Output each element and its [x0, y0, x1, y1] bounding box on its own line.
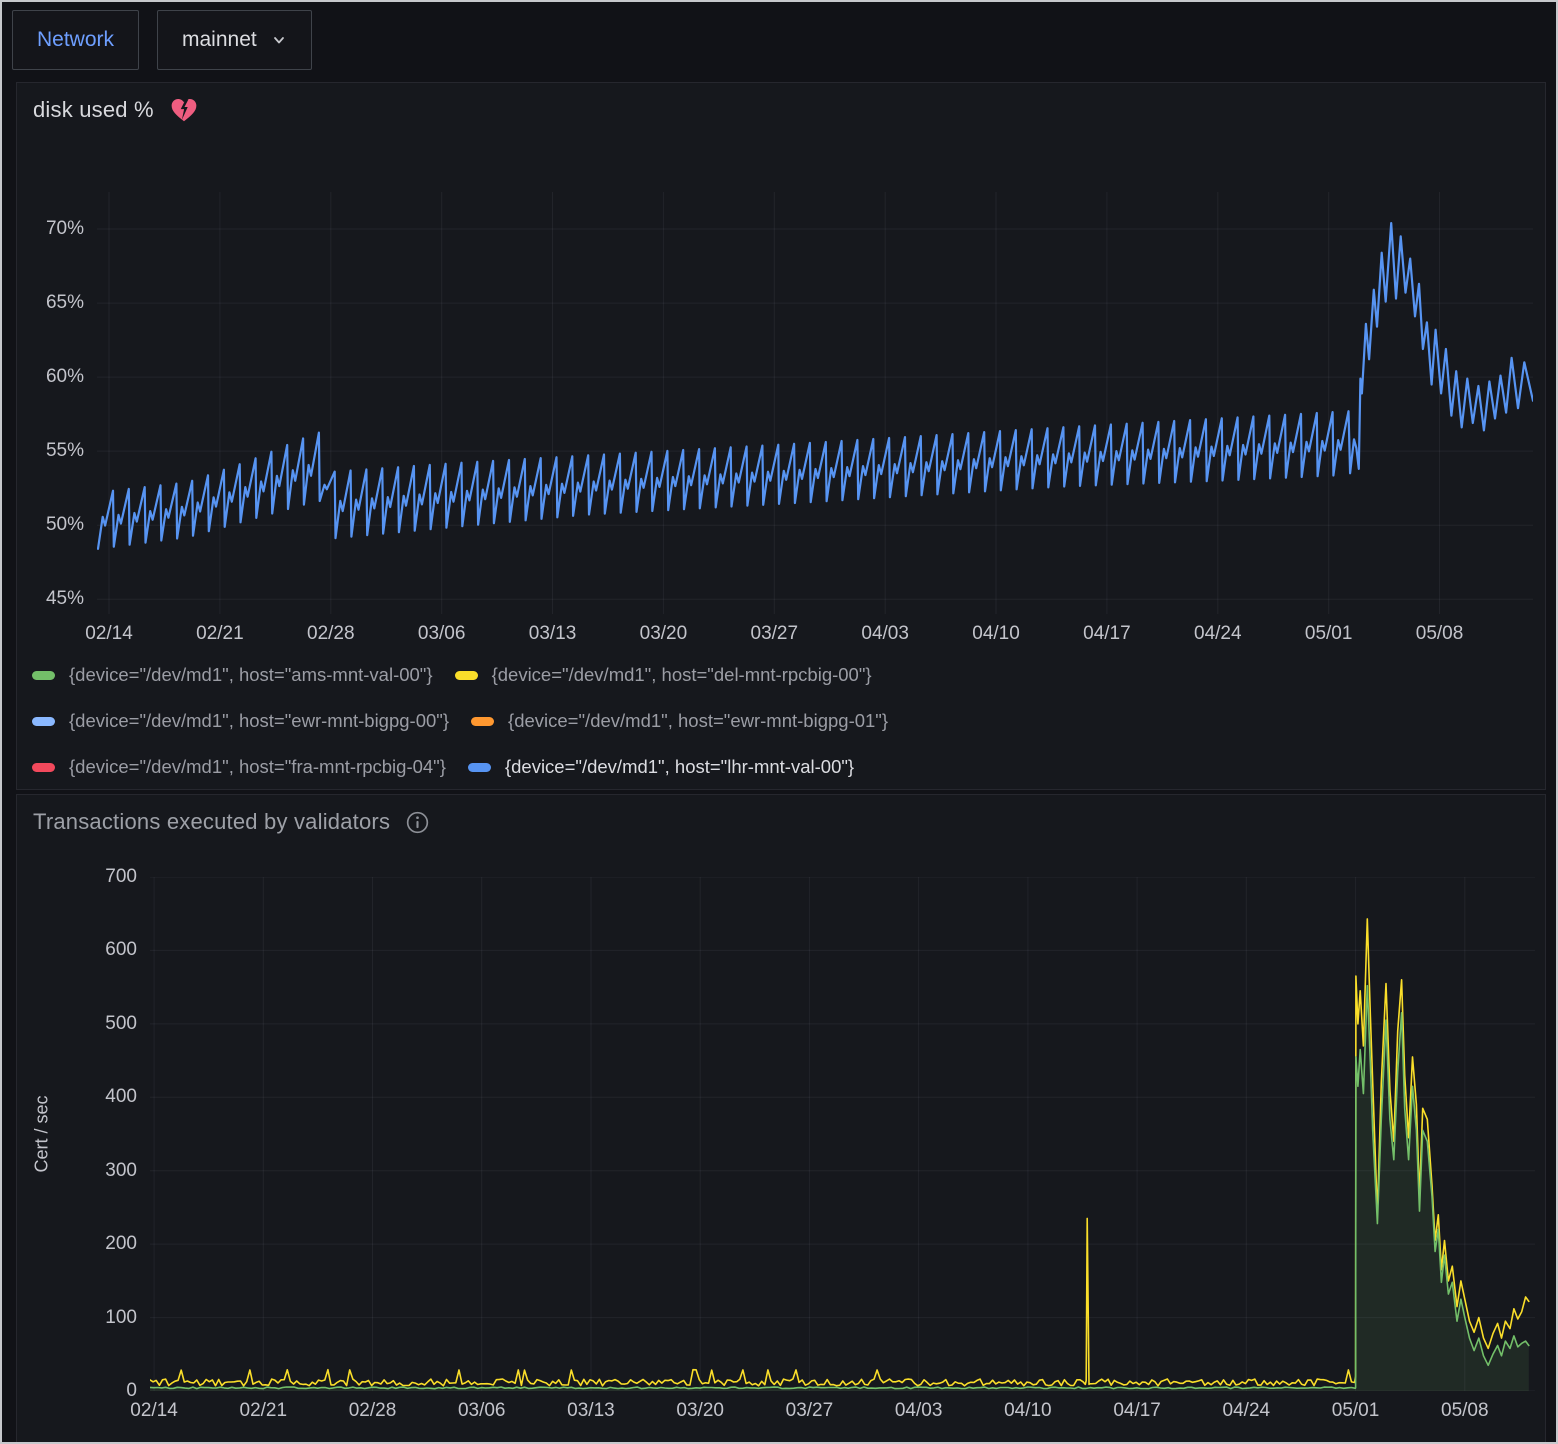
chevron-down-icon — [271, 32, 287, 48]
y-tick-label: 70% — [14, 217, 84, 241]
panel-tx-title[interactable]: Transactions executed by validators — [33, 809, 429, 835]
y-axis-title: Cert / sec — [32, 1062, 54, 1207]
x-tick-label: 02/14 — [64, 622, 154, 646]
x-tick-label: 05/01 — [1284, 622, 1374, 646]
x-tick-label: 04/24 — [1173, 622, 1263, 646]
legend-label: {device="/dev/md1", host="ams-mnt-val-00… — [69, 664, 433, 686]
variable-label-text: Network — [37, 28, 114, 52]
legend-label: {device="/dev/md1", host="lhr-mnt-val-00… — [505, 756, 854, 778]
x-tick-label: 03/13 — [546, 1399, 636, 1423]
grafana-dashboard: Network mainnet disk used % Transactions… — [0, 0, 1558, 1444]
legend-swatch-icon — [32, 763, 55, 772]
x-tick-label: 04/03 — [874, 1399, 964, 1423]
y-tick-label: 45% — [14, 587, 84, 611]
x-tick-label: 02/21 — [175, 622, 265, 646]
y-tick-label: 100 — [67, 1306, 137, 1330]
y-tick-label: 55% — [14, 439, 84, 463]
legend-swatch-icon — [471, 717, 494, 726]
x-tick-label: 03/06 — [437, 1399, 527, 1423]
x-tick-label: 03/20 — [618, 622, 708, 646]
panel-disk-title[interactable]: disk used % — [33, 97, 198, 123]
x-tick-label: 04/10 — [951, 622, 1041, 646]
y-tick-label: 300 — [67, 1159, 137, 1183]
legend-item[interactable]: {device="/dev/md1", host="ewr-mnt-bigpg-… — [32, 710, 449, 732]
x-tick-label: 04/17 — [1062, 622, 1152, 646]
y-tick-label: 600 — [67, 938, 137, 962]
broken-heart-icon — [170, 97, 198, 123]
y-tick-label: 700 — [67, 865, 137, 889]
x-tick-label: 03/27 — [764, 1399, 854, 1423]
legend-label: {device="/dev/md1", host="del-mnt-rpcbig… — [492, 664, 872, 686]
panel-disk-title-text: disk used % — [33, 97, 154, 123]
x-tick-label: 04/03 — [840, 622, 930, 646]
legend-label: {device="/dev/md1", host="ewr-mnt-bigpg-… — [69, 710, 449, 732]
x-tick-label: 02/21 — [218, 1399, 308, 1423]
legend-swatch-icon — [455, 671, 478, 680]
y-tick-label: 400 — [67, 1085, 137, 1109]
legend-swatch-icon — [32, 671, 55, 680]
x-tick-label: 04/17 — [1092, 1399, 1182, 1423]
y-tick-label: 50% — [14, 513, 84, 537]
panel-tx-title-text: Transactions executed by validators — [33, 809, 390, 835]
disk-used-chart[interactable] — [97, 192, 1533, 614]
legend-row: {device="/dev/md1", host="ams-mnt-val-00… — [32, 652, 888, 698]
x-tick-label: 04/24 — [1201, 1399, 1291, 1423]
x-tick-label: 05/01 — [1311, 1399, 1401, 1423]
variable-value-text: mainnet — [182, 28, 257, 52]
variable-label-network[interactable]: Network — [12, 10, 139, 70]
x-tick-label: 03/13 — [508, 622, 598, 646]
x-tick-label: 03/27 — [729, 622, 819, 646]
legend-item[interactable]: {device="/dev/md1", host="fra-mnt-rpcbig… — [32, 756, 446, 778]
y-tick-label: 65% — [14, 291, 84, 315]
x-tick-label: 05/08 — [1420, 1399, 1510, 1423]
y-tick-label: 200 — [67, 1232, 137, 1256]
legend-row: {device="/dev/md1", host="fra-mnt-rpcbig… — [32, 744, 888, 790]
x-tick-label: 04/10 — [983, 1399, 1073, 1423]
legend-label: {device="/dev/md1", host="fra-mnt-rpcbig… — [69, 756, 446, 778]
transactions-chart[interactable] — [150, 877, 1535, 1391]
y-tick-label: 0 — [67, 1379, 137, 1403]
legend-label: {device="/dev/md1", host="ewr-mnt-bigpg-… — [508, 710, 888, 732]
legend-item[interactable]: {device="/dev/md1", host="lhr-mnt-val-00… — [468, 756, 854, 778]
legend-swatch-icon — [468, 763, 491, 772]
y-tick-label: 60% — [14, 365, 84, 389]
x-tick-label: 02/28 — [328, 1399, 418, 1423]
x-tick-label: 02/28 — [286, 622, 376, 646]
legend-item[interactable]: {device="/dev/md1", host="ewr-mnt-bigpg-… — [471, 710, 888, 732]
legend-item[interactable]: {device="/dev/md1", host="ams-mnt-val-00… — [32, 664, 433, 686]
legend-item[interactable]: {device="/dev/md1", host="del-mnt-rpcbig… — [455, 664, 872, 686]
legend-row: {device="/dev/md1", host="ewr-mnt-bigpg-… — [32, 698, 888, 744]
x-tick-label: 05/08 — [1395, 622, 1485, 646]
y-tick-label: 500 — [67, 1012, 137, 1036]
variable-value-dropdown[interactable]: mainnet — [157, 10, 312, 70]
x-tick-label: 03/06 — [397, 622, 487, 646]
info-icon[interactable] — [406, 811, 429, 834]
x-tick-label: 03/20 — [655, 1399, 745, 1423]
disk-used-legend: {device="/dev/md1", host="ams-mnt-val-00… — [32, 652, 888, 790]
legend-swatch-icon — [32, 717, 55, 726]
